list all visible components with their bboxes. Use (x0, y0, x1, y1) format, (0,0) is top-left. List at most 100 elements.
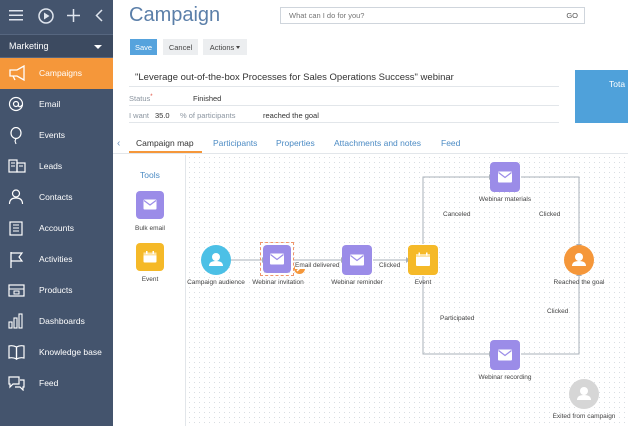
goal-label: I want (129, 111, 150, 120)
flag-icon (10, 252, 24, 268)
page-title: Campaign (129, 4, 221, 26)
box-icon (8, 284, 25, 297)
add-plus-icon[interactable] (67, 9, 80, 24)
person-icon (8, 189, 24, 205)
at-sign-icon (8, 96, 24, 112)
node-webinar-invitation[interactable] (263, 245, 291, 273)
play-process-icon[interactable] (38, 8, 54, 26)
node-event[interactable] (408, 245, 438, 275)
tool-event-label: Event (141, 276, 159, 283)
status-label: Status* (129, 94, 153, 103)
calendar-icon (416, 252, 430, 266)
workspace-selector[interactable]: Marketing (0, 34, 113, 58)
sidebar-item-label: Events (39, 130, 65, 140)
chevron-down-icon (94, 45, 102, 49)
tools-title: Tools (140, 170, 160, 180)
actions-dropdown-button[interactable]: Actions (203, 39, 247, 55)
sidebar-item-label: Email (39, 99, 61, 109)
sidebar-item-dashboards[interactable]: Dashboards (0, 306, 113, 337)
active-tab-indicator (129, 151, 202, 153)
node-reached-the-goal[interactable] (564, 245, 594, 275)
goal-text-input[interactable]: reached the goal (263, 111, 319, 120)
tab-participants[interactable]: Participants (213, 138, 257, 148)
envelope-icon (143, 199, 157, 210)
sidebar-item-accounts[interactable]: Accounts (0, 213, 113, 244)
sidebar-item-label: Feed (39, 378, 59, 388)
edge-label: Canceled (443, 211, 471, 218)
sidebar-item-label: Campaigns (39, 68, 82, 78)
node-label: Reached the goal (553, 279, 605, 286)
chevron-down-icon (236, 46, 241, 50)
sidebar-top-bar (0, 0, 113, 34)
node-webinar-recording[interactable] (490, 340, 520, 370)
sidebar-item-feed[interactable]: Feed (0, 368, 113, 399)
tabs-scroll-left-icon[interactable]: ‹ (117, 138, 120, 149)
goal-percent-input[interactable]: 35.0 (155, 111, 170, 120)
node-label: Campaign audience (187, 279, 245, 286)
tab-bar: ‹ Campaign map Participants Properties A… (113, 133, 628, 154)
save-button[interactable]: Save (130, 39, 157, 55)
node-label: Webinar invitation (252, 279, 304, 286)
tool-bulk-email[interactable] (136, 191, 164, 219)
bar-chart-icon (8, 313, 23, 329)
node-label: Exited from campaign (552, 413, 616, 420)
command-search-box: GO (280, 7, 585, 24)
campaign-map-canvas[interactable]: Campaign audience Webinar invitation Web… (187, 155, 628, 426)
megaphone-icon (9, 65, 25, 81)
sidebar-item-label: Contacts (39, 192, 73, 202)
sidebar-item-label: Knowledge base (39, 347, 102, 357)
envelope-icon (270, 253, 284, 265)
campaign-name-field[interactable]: "Leverage out-of-the-box Processes for S… (129, 69, 559, 87)
required-marker: * (150, 94, 153, 100)
collapse-chevron-left-icon[interactable] (95, 9, 103, 24)
calendar-icon (143, 251, 157, 263)
sidebar-item-products[interactable]: Products (0, 275, 113, 306)
edge-label: Clicked (547, 308, 569, 315)
search-input[interactable] (281, 8, 551, 23)
tab-feed[interactable]: Feed (441, 138, 460, 148)
lead-card-icon (8, 159, 26, 173)
tab-attachments-and-notes[interactable]: Attachments and notes (334, 138, 421, 148)
status-label-text: Status (129, 94, 151, 103)
building-icon (9, 221, 23, 236)
node-campaign-audience[interactable] (201, 245, 231, 275)
tab-properties[interactable]: Properties (276, 138, 315, 148)
node-label: Webinar recording (478, 374, 532, 381)
sidebar-item-email[interactable]: Email (0, 89, 113, 120)
node-exited-from-campaign[interactable] (569, 379, 599, 409)
workspace-label: Marketing (9, 41, 49, 51)
flow-connectors (231, 174, 582, 357)
node-label: Webinar reminder (331, 279, 383, 286)
sidebar-item-leads[interactable]: Leads (0, 151, 113, 182)
cancel-button[interactable]: Cancel (163, 39, 198, 55)
status-value[interactable]: Finished (193, 94, 221, 103)
node-label: Webinar materials (478, 196, 532, 203)
sidebar-item-label: Accounts (39, 223, 74, 233)
person-icon (572, 253, 586, 266)
node-label: Event (414, 279, 432, 286)
total-summary-tile: Tota (575, 70, 628, 123)
edge-label: Email delivered (295, 262, 340, 269)
sidebar: Marketing Campaigns Email Events Leads C… (0, 0, 113, 426)
search-go-button[interactable]: GO (566, 11, 578, 20)
node-webinar-reminder[interactable] (342, 245, 372, 275)
sidebar-item-contacts[interactable]: Contacts (0, 182, 113, 213)
goal-row: I want 35.0 % of participants reached th… (129, 108, 559, 123)
balloon-icon (10, 127, 22, 145)
tab-campaign-map[interactable]: Campaign map (136, 138, 194, 148)
sidebar-item-events[interactable]: Events (0, 120, 113, 151)
person-icon (577, 387, 591, 400)
node-webinar-materials[interactable] (490, 162, 520, 192)
sidebar-item-label: Products (39, 285, 73, 295)
person-icon (209, 253, 223, 266)
sidebar-item-label: Leads (39, 161, 63, 171)
tool-event[interactable] (136, 243, 164, 271)
sidebar-item-campaigns[interactable]: Campaigns (0, 58, 113, 89)
sidebar-item-knowledge-base[interactable]: Knowledge base (0, 337, 113, 368)
sidebar-item-activities[interactable]: Activities (0, 244, 113, 275)
book-icon (8, 345, 25, 360)
total-label: Tota (609, 79, 626, 89)
sidebar-item-label: Activities (39, 254, 73, 264)
edge-label: Participated (440, 315, 475, 322)
hamburger-menu-icon[interactable] (9, 9, 23, 23)
